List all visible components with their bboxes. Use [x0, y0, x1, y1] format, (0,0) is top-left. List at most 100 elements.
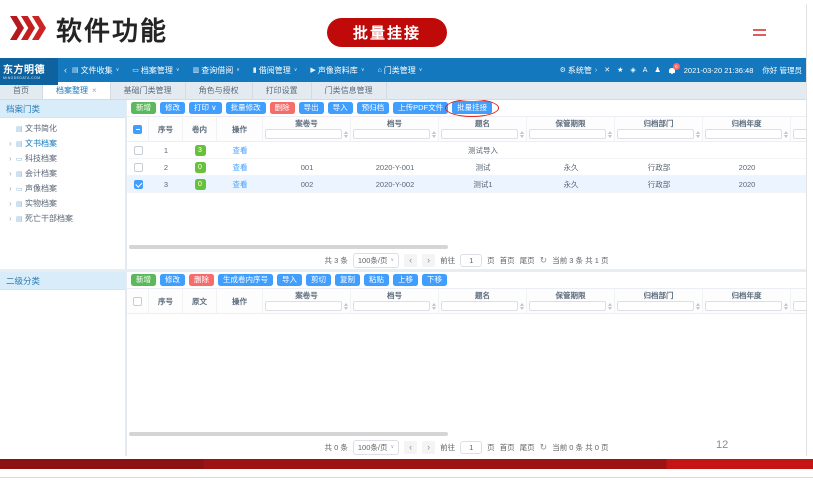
- next-page-button[interactable]: ›: [422, 254, 435, 267]
- tree-item[interactable]: ▤ 文书简化: [0, 121, 125, 136]
- delete-button[interactable]: 删除: [270, 102, 295, 115]
- fullscreen-icon[interactable]: ✕: [604, 66, 610, 74]
- notification-bell[interactable]: 0: [668, 66, 677, 75]
- edit-button[interactable]: 修改: [160, 274, 185, 287]
- page-number-input[interactable]: [460, 254, 482, 267]
- filter-input[interactable]: [265, 129, 342, 139]
- tree-item[interactable]: › ▤ 文书档案: [0, 136, 125, 151]
- page-number-input[interactable]: [460, 441, 482, 454]
- first-page-link[interactable]: 首页: [500, 442, 515, 453]
- nav-menu-archive-mgmt[interactable]: ▭ 档案管理 ∨: [132, 65, 179, 76]
- first-page-link[interactable]: 首页: [500, 255, 515, 266]
- filter-input[interactable]: [793, 301, 806, 311]
- sort-icon[interactable]: [696, 131, 700, 138]
- row-checkbox[interactable]: [134, 146, 143, 155]
- add-button[interactable]: 新增: [131, 102, 156, 115]
- filter-input[interactable]: [441, 301, 518, 311]
- tab-category-info[interactable]: 门类信息管理: [312, 82, 387, 99]
- expand-icon[interactable]: ›: [9, 214, 16, 223]
- sort-icon[interactable]: [696, 303, 700, 310]
- import-button[interactable]: 导入: [328, 102, 353, 115]
- user-icon[interactable]: ♟: [654, 66, 660, 74]
- filter-input[interactable]: [265, 301, 342, 311]
- filter-input[interactable]: [793, 129, 806, 139]
- filter-input[interactable]: [705, 301, 782, 311]
- expand-icon[interactable]: ›: [9, 139, 16, 148]
- filter-input[interactable]: [529, 301, 606, 311]
- sort-icon[interactable]: [784, 303, 788, 310]
- tree-item[interactable]: › ▭ 科技档案: [0, 151, 125, 166]
- nav-menu-media-library[interactable]: ▶ 声像资料库 ∨: [310, 65, 364, 76]
- last-page-link[interactable]: 尾页: [520, 255, 535, 266]
- table-row[interactable]: 3 0 查看 002 2020-Y-002 测试1 永久 行政部 2020: [127, 176, 806, 193]
- nav-menu-borrow-mgmt[interactable]: ▮ 借阅管理 ∨: [253, 65, 298, 76]
- next-page-button[interactable]: ›: [422, 441, 435, 454]
- view-link[interactable]: 查看: [233, 145, 248, 156]
- move-down-button[interactable]: 下移: [422, 274, 447, 287]
- nav-menu-query-borrow[interactable]: ▥ 查询借阅 ∨: [193, 65, 240, 76]
- prev-page-button[interactable]: ‹: [404, 254, 417, 267]
- filter-input[interactable]: [617, 129, 694, 139]
- filter-input[interactable]: [705, 129, 782, 139]
- select-all-checkbox[interactable]: [133, 297, 142, 306]
- batch-link-button[interactable]: 批量挂接: [452, 101, 492, 114]
- paste-button[interactable]: 粘贴: [364, 274, 389, 287]
- shield-icon[interactable]: ◈: [630, 66, 635, 74]
- copy-button[interactable]: 复制: [335, 274, 360, 287]
- print-button[interactable]: 打印 ∨: [189, 102, 222, 115]
- refresh-icon[interactable]: ↻: [540, 442, 548, 453]
- filter-input[interactable]: [353, 301, 430, 311]
- expand-icon[interactable]: ›: [9, 199, 16, 208]
- row-checkbox[interactable]: [134, 163, 143, 172]
- star-icon[interactable]: ★: [617, 66, 623, 74]
- table-row[interactable]: 1 3 查看 测试导入: [127, 142, 806, 159]
- tree-item[interactable]: › ▭ 声像档案: [0, 181, 125, 196]
- tree-item[interactable]: › ▤ 会计档案: [0, 166, 125, 181]
- filter-input[interactable]: [441, 129, 518, 139]
- sort-icon[interactable]: [344, 131, 348, 138]
- page-size-select[interactable]: 100条/页 ∨: [353, 440, 399, 455]
- font-size-icon[interactable]: A: [643, 67, 648, 74]
- tree-item[interactable]: › ▤ 实物档案: [0, 196, 125, 211]
- close-icon[interactable]: ×: [92, 86, 97, 95]
- refresh-icon[interactable]: ↻: [540, 255, 548, 266]
- move-up-button[interactable]: 上移: [393, 274, 418, 287]
- generate-seq-button[interactable]: 生成卷内序号: [218, 274, 273, 287]
- sort-icon[interactable]: [784, 131, 788, 138]
- expand-icon[interactable]: ›: [9, 154, 16, 163]
- sort-icon[interactable]: [608, 131, 612, 138]
- view-link[interactable]: 查看: [233, 162, 248, 173]
- delete-button[interactable]: 删除: [189, 274, 214, 287]
- sort-icon[interactable]: [344, 303, 348, 310]
- tab-base-category[interactable]: 基础门类管理: [111, 82, 186, 99]
- nav-menu-system[interactable]: ⚙ 系统管 ›: [560, 65, 598, 76]
- sort-icon[interactable]: [608, 303, 612, 310]
- row-checkbox[interactable]: [134, 180, 143, 189]
- table-row[interactable]: 2 0 查看 001 2020-Y-001 测试 永久 行政部 2020: [127, 159, 806, 176]
- import-button[interactable]: 导入: [277, 274, 302, 287]
- last-page-link[interactable]: 尾页: [520, 442, 535, 453]
- view-link[interactable]: 查看: [233, 179, 248, 190]
- add-button[interactable]: 新增: [131, 274, 156, 287]
- sort-icon[interactable]: [520, 131, 524, 138]
- edit-button[interactable]: 修改: [160, 102, 185, 115]
- volume-count-badge[interactable]: 3: [195, 145, 206, 156]
- tree-item[interactable]: › ▤ 死亡干部档案: [0, 211, 125, 226]
- export-button[interactable]: 导出: [299, 102, 324, 115]
- batch-edit-button[interactable]: 批量修改: [226, 102, 266, 115]
- filter-input[interactable]: [353, 129, 430, 139]
- collapse-chevron-icon[interactable]: ‹: [64, 65, 67, 75]
- filter-input[interactable]: [617, 301, 694, 311]
- expand-icon[interactable]: ›: [9, 169, 16, 178]
- volume-count-badge[interactable]: 0: [195, 162, 206, 173]
- horizontal-scrollbar[interactable]: [129, 245, 448, 249]
- filter-input[interactable]: [529, 129, 606, 139]
- nav-menu-category-mgmt[interactable]: ⌂ 门类管理 ∨: [377, 65, 422, 76]
- prev-page-button[interactable]: ‹: [404, 441, 417, 454]
- user-greeting[interactable]: 你好 管理员: [762, 65, 802, 76]
- sort-icon[interactable]: [520, 303, 524, 310]
- page-size-select[interactable]: 100条/页 ∨: [353, 253, 399, 268]
- horizontal-scrollbar[interactable]: [129, 432, 448, 436]
- tab-roles[interactable]: 角色与授权: [186, 82, 253, 99]
- volume-count-badge[interactable]: 0: [195, 179, 206, 190]
